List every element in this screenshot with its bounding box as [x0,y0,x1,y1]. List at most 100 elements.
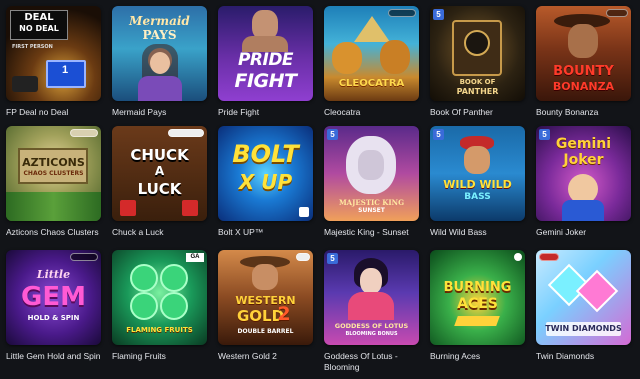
game-thumbnail[interactable]: AZTICONS CHAOS CLUSTERS [6,126,101,221]
game-card-western-gold-2[interactable]: WESTERN GOLD 2 DOUBLE BARREL Western Gol… [218,250,313,372]
game-logo-text: BONANZA [552,80,615,93]
game-logo-text: BOLT [232,140,299,168]
game-logo-text: PAYS [142,28,177,42]
game-title[interactable]: Little Gem Hold and Spin [6,351,101,362]
game-card-pride-fight[interactable]: PRIDE FIGHT Pride Fight [218,6,313,126]
game-logo-text: X UP [238,170,293,194]
game-logo-text: FIGHT [234,70,297,92]
game-title[interactable]: Book Of Panther [430,107,525,118]
game-title[interactable]: Bolt X UP™ [218,227,313,238]
provider-badge [514,253,522,261]
game-title[interactable]: Western Gold 2 [218,351,313,362]
game-logo-text: BASS [464,192,491,202]
game-card-gemini-joker[interactable]: 5 Gemini Joker Gemini Joker [536,126,631,250]
game-card-goddess-of-lotus-blooming[interactable]: 5 GODDESS OF LOTUS BLOOMING BONUS Goddes… [324,250,419,372]
game-card-fp-deal-no-deal[interactable]: DEAL NO DEAL FIRST PERSON 1 FP Deal no D… [6,6,101,126]
game-logo-text: DOUBLE BARREL [237,328,294,335]
game-logo-text: CHUCK [130,146,189,164]
game-card-twin-diamonds[interactable]: TWIN DIAMONDS Twin Diamonds [536,250,631,372]
provider-badge [168,129,204,137]
game-logo-text: BURNING [443,280,512,295]
game-thumbnail[interactable]: BURNING ACES [430,250,525,345]
game-card-little-gem-hold-and-spin[interactable]: Little GEM HOLD & SPIN Little Gem Hold a… [6,250,101,372]
game-title[interactable]: Chuck a Luck [112,227,207,238]
game-thumbnail[interactable]: Little GEM HOLD & SPIN [6,250,101,345]
game-thumbnail[interactable]: GA FLAMING FRUITS [112,250,207,345]
game-title[interactable]: Goddess Of Lotus - Blooming [324,351,419,373]
game-card-flaming-fruits[interactable]: GA FLAMING FRUITS Flaming Fruits [112,250,207,372]
game-logo-text: CHAOS CLUSTERS [23,170,84,177]
game-title[interactable]: Mermaid Pays [112,107,207,118]
provider-badge [539,253,559,261]
game-card-azticons-chaos-clusters[interactable]: AZTICONS CHAOS CLUSTERS Azticons Chaos C… [6,126,101,250]
game-logo-text: PRIDE [237,50,294,70]
game-grid: DEAL NO DEAL FIRST PERSON 1 FP Deal no D… [6,6,631,372]
game-title[interactable]: Gemini Joker [536,227,631,238]
game-logo-text: A [154,164,165,178]
game-thumbnail[interactable]: 5 MAJESTIC KING SUNSET [324,126,419,221]
game-thumbnail[interactable]: CHUCK A LUCK [112,126,207,221]
game-logo-text: FIRST PERSON [12,44,53,50]
provider-badge: 5 [433,9,444,20]
game-title[interactable]: Majestic King - Sunset [324,227,419,238]
game-thumbnail[interactable]: WESTERN GOLD 2 DOUBLE BARREL [218,250,313,345]
provider-badge [388,9,416,17]
game-title[interactable]: FP Deal no Deal [6,107,101,118]
game-title[interactable]: Azticons Chaos Clusters [6,227,101,238]
game-thumbnail[interactable]: CLEOCATRA [324,6,419,101]
game-card-bolt-x-up[interactable]: BOLT X UP Bolt X UP™ [218,126,313,250]
game-logo-text: GEM [21,282,86,312]
provider-badge: 5 [433,129,444,140]
game-card-wild-wild-bass[interactable]: 5 WILD WILD BASS Wild Wild Bass [430,126,525,250]
game-card-mermaid-pays[interactable]: Mermaid PAYS Mermaid Pays [112,6,207,126]
game-logo-text: FLAMING FRUITS [126,326,193,334]
provider-badge: GA [186,253,204,262]
game-logo-text: CLEOCATRA [338,78,405,89]
game-title[interactable]: Cleocatra [324,107,419,118]
game-logo-text: BLOOMING BONUS [345,331,398,337]
game-logo-text: WESTERN [235,294,296,307]
game-logo-text: BOUNTY [553,64,614,79]
game-thumbnail[interactable]: 5 GODDESS OF LOTUS BLOOMING BONUS [324,250,419,345]
game-thumbnail[interactable]: DEAL NO DEAL FIRST PERSON 1 [6,6,101,101]
game-title[interactable]: Flaming Fruits [112,351,207,362]
game-title[interactable]: Burning Aces [430,351,525,362]
game-thumbnail[interactable]: 5 Gemini Joker [536,126,631,221]
provider-badge [296,253,310,261]
game-logo-text: Joker [563,152,604,168]
game-logo-text: BOOK OF [459,78,496,86]
game-logo-text: DEAL [24,12,54,23]
game-title[interactable]: Pride Fight [218,107,313,118]
game-logo-text: Gemini [555,136,612,152]
game-logo-text: PANTHER [456,87,499,96]
game-card-chuck-a-luck[interactable]: CHUCK A LUCK Chuck a Luck [112,126,207,250]
game-thumbnail[interactable]: Mermaid PAYS [112,6,207,101]
game-card-burning-aces[interactable]: BURNING ACES Burning Aces [430,250,525,372]
game-logo-text: TWIN DIAMONDS [545,324,622,333]
game-logo-text: LUCK [137,180,182,198]
game-thumbnail[interactable]: 5 BOOK OF PANTHER [430,6,525,101]
game-thumbnail[interactable]: PRIDE FIGHT [218,6,313,101]
game-logo-text: Mermaid [129,14,190,28]
game-title[interactable]: Wild Wild Bass [430,227,525,238]
game-logo-text: ACES [457,296,498,312]
game-card-bounty-bonanza[interactable]: BOUNTY BONANZA Bounty Bonanza [536,6,631,126]
game-logo-text: GODDESS OF LOTUS [334,322,409,330]
provider-badge [70,129,98,137]
provider-badge: 5 [327,253,338,264]
game-thumbnail[interactable]: 5 WILD WILD BASS [430,126,525,221]
game-card-majestic-king-sunset[interactable]: 5 MAJESTIC KING SUNSET Majestic King - S… [324,126,419,250]
game-thumbnail[interactable]: TWIN DIAMONDS [536,250,631,345]
game-logo-text: WILD WILD [443,178,512,191]
game-thumbnail[interactable]: BOUNTY BONANZA [536,6,631,101]
game-title[interactable]: Bounty Bonanza [536,107,631,118]
game-logo-text: AZTICONS [22,156,85,169]
game-card-book-of-panther[interactable]: 5 BOOK OF PANTHER Book Of Panther [430,6,525,126]
game-card-cleocatra[interactable]: CLEOCATRA Cleocatra [324,6,419,126]
game-title[interactable]: Twin Diamonds [536,351,631,362]
game-thumbnail[interactable]: BOLT X UP [218,126,313,221]
game-logo-text: GOLD [236,307,285,325]
game-logo-text: 2 [277,303,291,325]
game-logo-text: Little [36,268,71,281]
game-logo-text: HOLD & SPIN [27,314,80,322]
